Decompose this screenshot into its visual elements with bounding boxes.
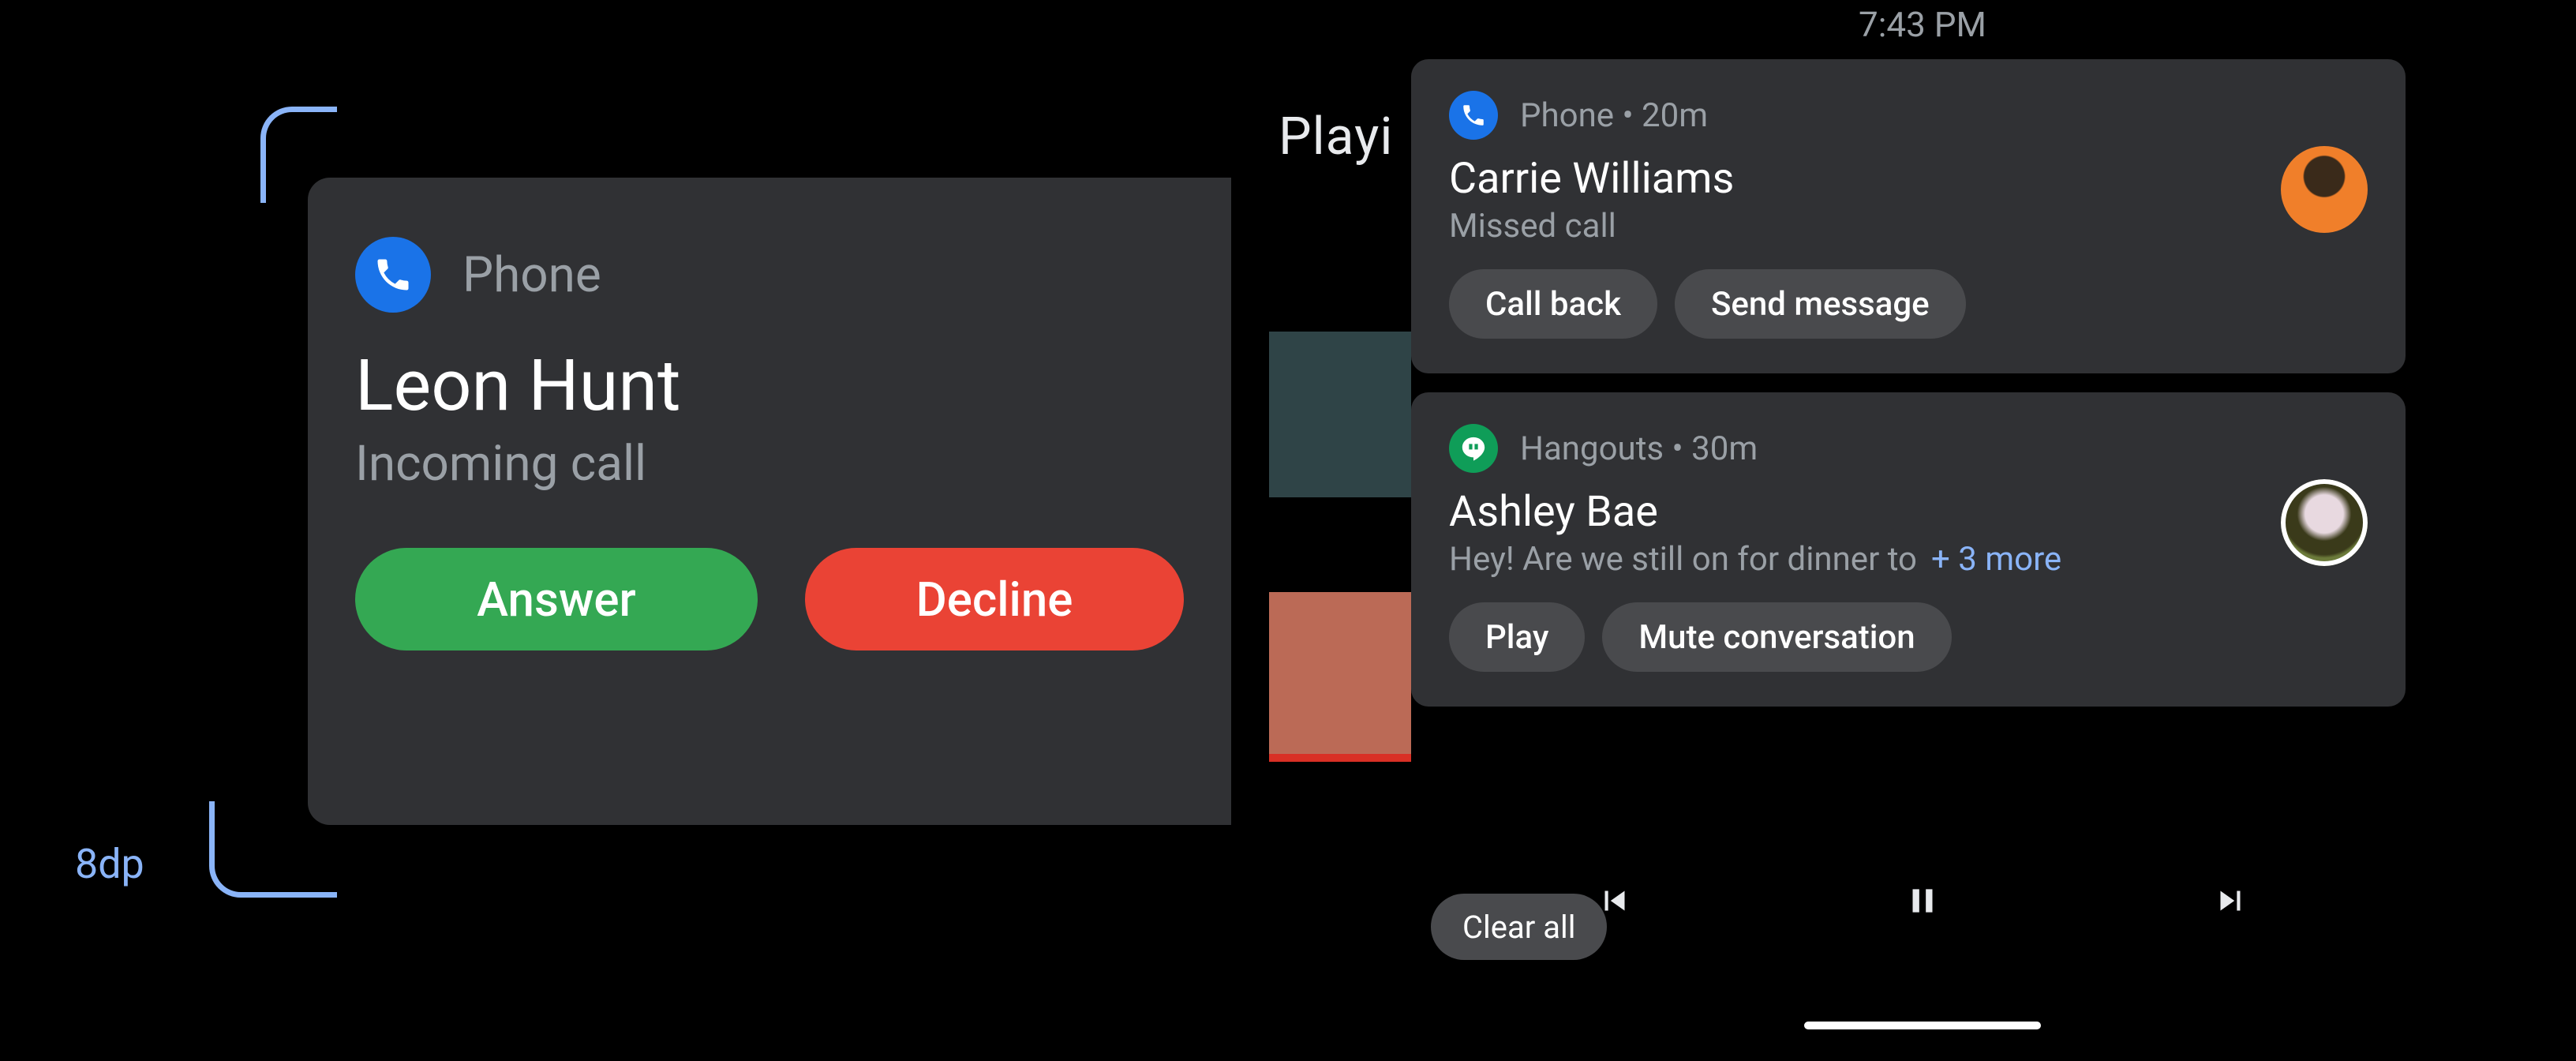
notification-header: Phone • 20m <box>1449 91 2368 140</box>
incoming-call-card: Phone Leon Hunt Incoming call Answer Dec… <box>308 178 1231 825</box>
more-messages-link[interactable]: + 3 more <box>1931 540 2061 579</box>
incoming-call-title: Leon Hunt <box>355 344 1184 427</box>
play-button[interactable]: Play <box>1449 602 1585 672</box>
incoming-call-header: Phone <box>355 237 1184 313</box>
gesture-nav-bar[interactable] <box>1804 1022 2041 1029</box>
incoming-call-app-label: Phone <box>462 246 601 304</box>
notification-actions: Play Mute conversation <box>1449 602 2368 672</box>
notification-center: 7:43 PM Playi Phone • 20m Carrie William… <box>1269 0 2576 1061</box>
phone-icon <box>1449 91 1498 140</box>
pause-icon[interactable] <box>1903 881 1942 924</box>
notification-card[interactable]: Phone • 20m Carrie Williams Missed call … <box>1411 59 2406 373</box>
avatar <box>2281 146 2368 233</box>
notification-meta: Hangouts • 30m <box>1520 429 1758 468</box>
background-progress-bar <box>1269 754 1411 762</box>
answer-button[interactable]: Answer <box>355 548 758 650</box>
notification-meta: Phone • 20m <box>1520 96 1708 135</box>
incoming-call-actions: Answer Decline <box>355 548 1184 650</box>
notification-header: Hangouts • 30m <box>1449 424 2368 473</box>
hangouts-icon <box>1449 424 1498 473</box>
clear-all-button[interactable]: Clear all <box>1431 894 1607 960</box>
skip-next-icon[interactable] <box>2211 881 2250 924</box>
notification-body: Missed call <box>1449 207 1616 246</box>
notification-title: Ashley Bae <box>1449 487 2368 537</box>
notification-card[interactable]: Hangouts • 30m Ashley Bae Hey! Are we st… <box>1411 392 2406 707</box>
decline-button[interactable]: Decline <box>805 548 1184 650</box>
call-back-button[interactable]: Call back <box>1449 269 1657 339</box>
avatar <box>2281 479 2368 566</box>
send-message-button[interactable]: Send message <box>1675 269 1966 339</box>
background-now-playing-text: Playi <box>1279 107 1393 167</box>
notification-title: Carrie Williams <box>1449 154 2368 204</box>
notification-list: Phone • 20m Carrie Williams Missed call … <box>1411 59 2406 707</box>
incoming-call-subtitle: Incoming call <box>355 435 1184 493</box>
background-stripe <box>1269 592 1411 758</box>
notification-actions: Call back Send message <box>1449 269 2368 339</box>
notification-body: Hey! Are we still on for dinner to <box>1449 540 1917 579</box>
mute-conversation-button[interactable]: Mute conversation <box>1602 602 1951 672</box>
spec-measure-label: 8dp <box>75 840 144 888</box>
status-clock: 7:43 PM <box>1859 4 1986 45</box>
background-stripe <box>1269 332 1411 497</box>
phone-icon <box>355 237 431 313</box>
